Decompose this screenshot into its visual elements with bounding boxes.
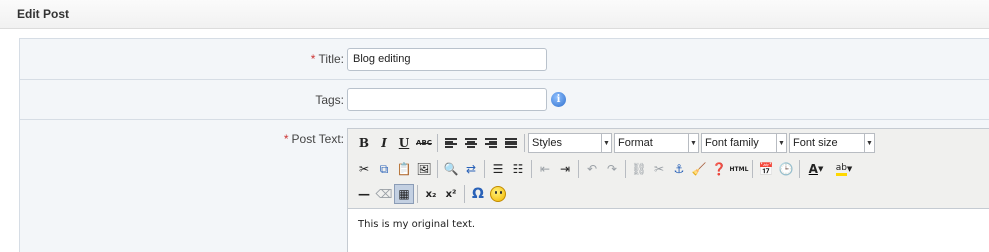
toolbar-separator [437,160,438,178]
chevron-down-icon: ▼ [864,134,874,152]
indent-icon[interactable]: ⇥ [555,159,575,179]
panel-header: Edit Post [0,0,989,29]
chevron-down-icon: ▼ [776,134,786,152]
visual-aid-icon[interactable]: ▦ [394,184,414,204]
text-color-icon[interactable]: A ▼ [803,159,829,179]
insert-date-icon[interactable]: 📅 [756,159,776,179]
edit-post-form: * Title: Blog editing Tags: i * Post Text:… [19,38,989,252]
toolbar-separator [799,160,800,178]
font-size-dropdown[interactable]: Font size ▼ [789,133,875,153]
editor-content-text[interactable]: This is my original text. [358,219,475,230]
font-family-dropdown[interactable]: Font family ▼ [701,133,787,153]
align-left-button[interactable] [441,133,461,153]
format-value: Format [618,137,653,149]
toolbar-separator [464,185,465,203]
post-text-label: * Post Text: [283,132,344,146]
align-center-icon [465,138,477,148]
align-right-button[interactable] [481,133,501,153]
tags-label: Tags: [315,93,344,107]
remove-format-icon[interactable]: ⌫ [374,184,394,204]
cut-icon[interactable]: ✂ [354,159,374,179]
outdent-icon[interactable]: ⇤ [535,159,555,179]
horizontal-rule-icon[interactable]: — [354,184,374,204]
numbered-list-icon[interactable]: ☷ [508,159,528,179]
required-mark: * [283,132,289,146]
html-source-button[interactable]: HTML [729,159,749,179]
subscript-button[interactable]: x₂ [421,184,441,204]
align-left-icon [445,138,457,148]
required-mark: * [310,52,316,66]
toolbar-separator [484,160,485,178]
anchor-icon[interactable]: ⚓ [669,159,689,179]
page-title: Edit Post [17,7,70,21]
font-family-value: Font family [705,137,759,149]
align-justify-button[interactable] [501,133,521,153]
highlight-color-icon[interactable]: ab ▼ [829,159,859,179]
align-right-icon [485,138,497,148]
toolbar-separator [524,134,525,152]
toolbar-row-1: B I U ABC Styles ▼ Format ▼ Font family ▼ F… [354,132,877,154]
undo-icon[interactable]: ↶ [582,159,602,179]
redo-icon[interactable]: ↷ [602,159,622,179]
title-row: * Title: Blog editing [20,39,989,80]
editor-content-area[interactable]: This is my original text. [348,208,989,252]
link-icon[interactable]: ⛓ [629,159,649,179]
styles-dropdown[interactable]: Styles ▼ [528,133,612,153]
font-size-value: Font size [793,137,838,149]
cleanup-icon[interactable]: 🧹 [689,159,709,179]
help-icon[interactable]: ❓ [709,159,729,179]
copy-icon[interactable]: ⧉ [374,159,394,179]
toolbar-separator [437,134,438,152]
chevron-down-icon: ▼ [688,134,698,152]
unlink-icon[interactable]: ✂ [649,159,669,179]
underline-button[interactable]: U [394,133,414,153]
styles-value: Styles [532,137,562,149]
tags-row: Tags: i [20,80,989,120]
strikethrough-button[interactable]: ABC [414,133,434,153]
rich-text-editor: B I U ABC Styles ▼ Format ▼ Font family ▼ F… [347,128,989,252]
special-character-button[interactable]: Ω [468,184,488,204]
align-center-button[interactable] [461,133,481,153]
insert-time-icon[interactable]: 🕒 [776,159,796,179]
paste-icon[interactable]: 📋 [394,159,414,179]
toolbar-separator [417,185,418,203]
toolbar-row-2: ✂ ⧉ 📋 🖼 🔍 ⇄ ☰ ☷ ⇤ ⇥ ↶ ↷ ⛓ ✂ ⚓ 🧹 ❓ HTML 📅… [354,158,859,180]
italic-button[interactable]: I [374,133,394,153]
paste-word-icon[interactable]: 🖼 [414,159,434,179]
superscript-button[interactable]: x² [441,184,461,204]
toolbar-row-3: — ⌫ ▦ x₂ x² Ω [354,183,508,205]
chevron-down-icon: ▼ [601,134,611,152]
replace-icon[interactable]: ⇄ [461,159,481,179]
toolbar-separator [578,160,579,178]
title-label: * Title: [310,52,344,66]
bullet-list-icon[interactable]: ☰ [488,159,508,179]
title-input[interactable]: Blog editing [347,48,547,71]
emoticon-button[interactable] [488,184,508,204]
find-icon[interactable]: 🔍 [441,159,461,179]
smiley-icon [490,186,506,202]
tags-input[interactable] [347,88,547,111]
align-justify-icon [505,138,517,148]
post-text-row: * Post Text: B I U ABC Styles ▼ Format ▼ Fo… [20,120,989,252]
toolbar-separator [752,160,753,178]
toolbar-separator [531,160,532,178]
bold-button[interactable]: B [354,133,374,153]
toolbar-separator [625,160,626,178]
info-icon[interactable]: i [551,92,566,107]
format-dropdown[interactable]: Format ▼ [614,133,699,153]
